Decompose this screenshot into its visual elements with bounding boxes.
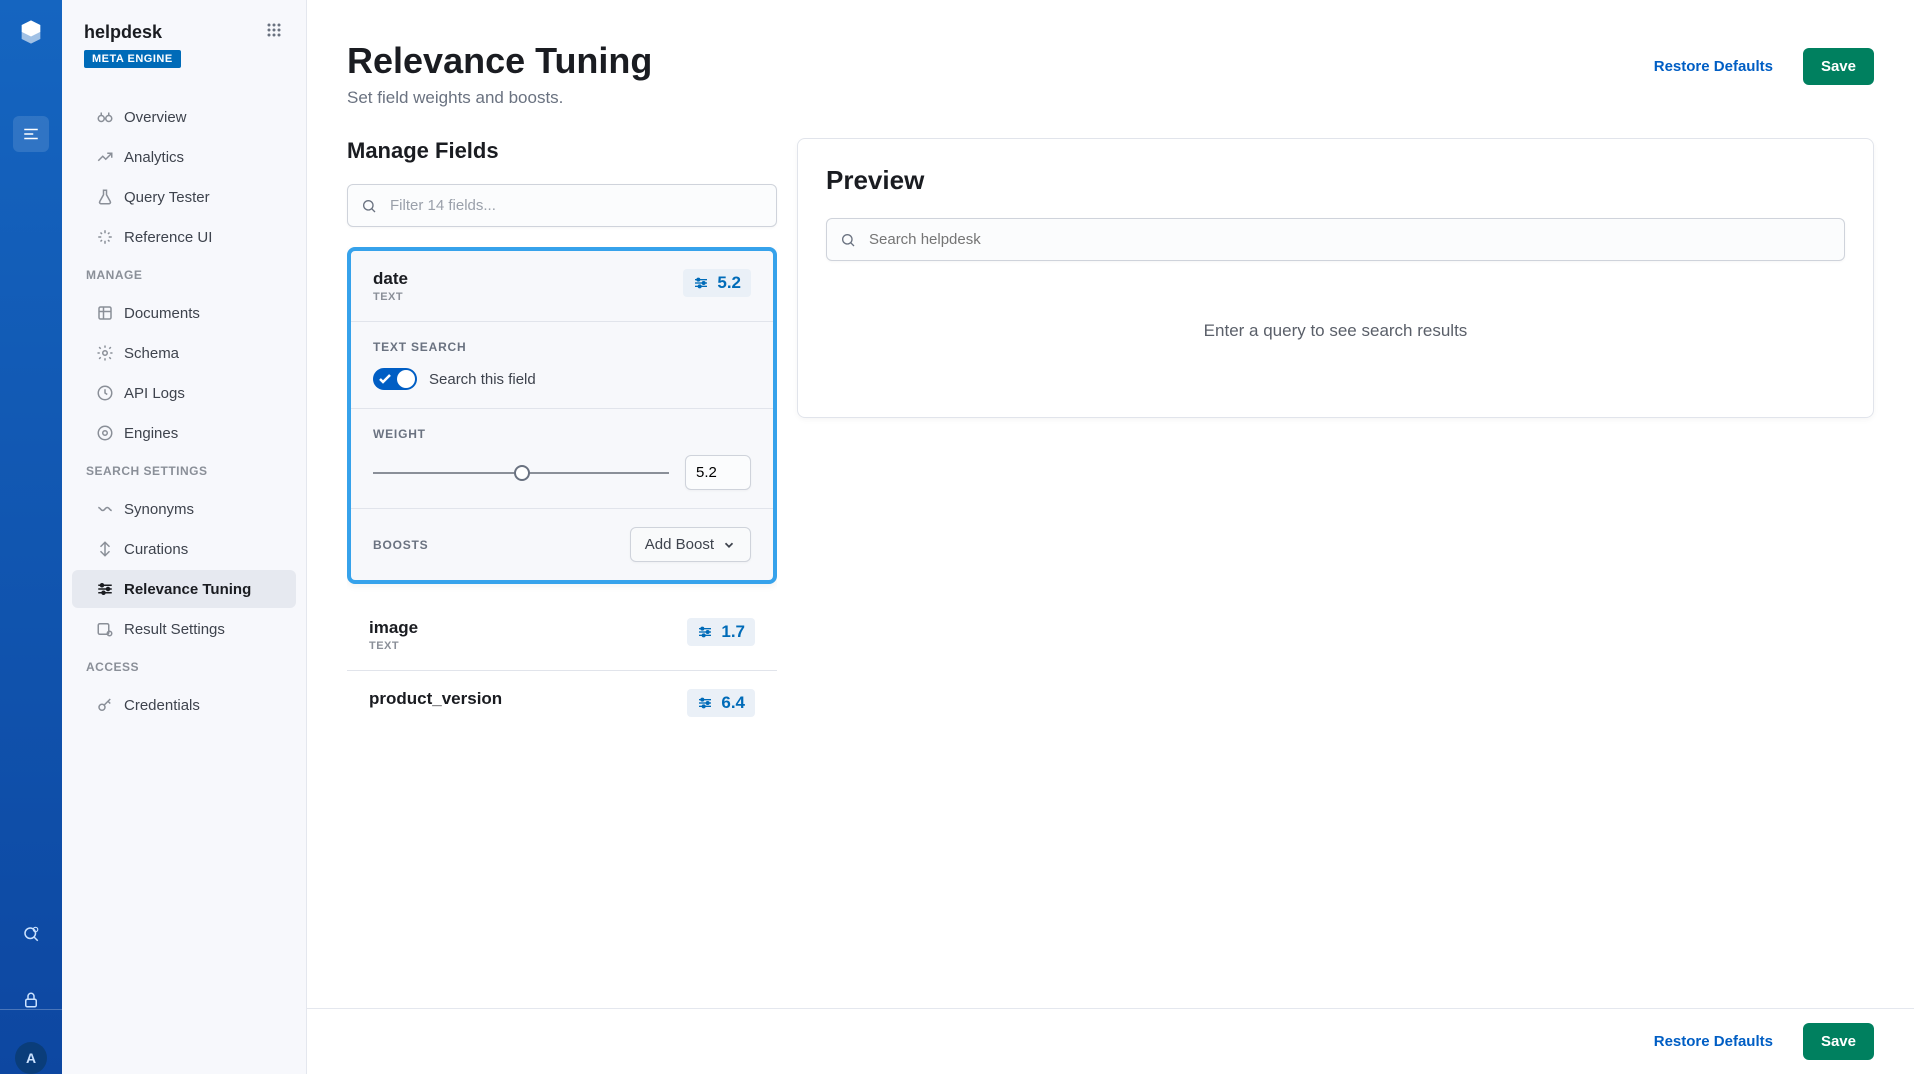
sidebar-item-synonyms[interactable]: Synonyms <box>72 490 296 528</box>
preview-search-input[interactable] <box>826 218 1845 261</box>
sidebar-item-reference-ui[interactable]: Reference UI <box>72 218 296 256</box>
sidebar-item-label: Schema <box>124 345 179 362</box>
field-name: image <box>369 618 418 638</box>
footer: Restore Defaults Save <box>307 1008 1914 1074</box>
apps-icon[interactable] <box>266 22 282 38</box>
sidebar-item-analytics[interactable]: Analytics <box>72 138 296 176</box>
weight-slider[interactable] <box>373 463 669 483</box>
rail-divider <box>0 1009 62 1010</box>
documents-icon <box>96 304 114 322</box>
sidebar-item-label: Engines <box>124 425 178 442</box>
search-field-toggle[interactable] <box>373 368 417 390</box>
sliders-icon <box>96 580 114 598</box>
sidebar-item-schema[interactable]: Schema <box>72 334 296 372</box>
weight-label: WEIGHT <box>373 427 751 441</box>
preview-hint: Enter a query to see search results <box>826 321 1845 341</box>
key-icon <box>96 696 114 714</box>
section-label-search-settings: SEARCH SETTINGS <box>62 454 306 488</box>
add-boost-button[interactable]: Add Boost <box>630 527 751 562</box>
field-row[interactable]: image TEXT 1.7 <box>347 600 777 671</box>
engine-name: helpdesk <box>84 22 181 43</box>
field-name: date <box>373 269 408 289</box>
toggle-label: Search this field <box>429 371 536 388</box>
chevron-down-icon <box>722 538 736 552</box>
engine-badge: META ENGINE <box>84 50 181 68</box>
field-row[interactable]: product_version 6.4 <box>347 671 777 735</box>
sidebar-item-label: Credentials <box>124 697 200 714</box>
sidebar-item-credentials[interactable]: Credentials <box>72 686 296 724</box>
manage-fields-title: Manage Fields <box>347 138 777 164</box>
weight-badge: 5.2 <box>683 269 751 297</box>
weight-badge-value: 6.4 <box>721 693 745 713</box>
sidebar-item-label: Documents <box>124 305 200 322</box>
gear-icon <box>96 344 114 362</box>
engines-icon <box>96 424 114 442</box>
sidebar-item-label: Relevance Tuning <box>124 581 251 598</box>
search-icon <box>840 232 856 248</box>
boosts-label: BOOSTS <box>373 538 428 552</box>
sidebar: helpdesk META ENGINE Overview Analytics … <box>62 0 307 1074</box>
restore-defaults-button-footer[interactable]: Restore Defaults <box>1636 1023 1791 1060</box>
weight-badge: 1.7 <box>687 618 755 646</box>
sidebar-item-api-logs[interactable]: API Logs <box>72 374 296 412</box>
slider-thumb[interactable] <box>514 465 530 481</box>
filter-fields-input[interactable] <box>347 184 777 227</box>
text-search-label: TEXT SEARCH <box>373 340 751 354</box>
page-title: Relevance Tuning <box>347 40 652 82</box>
curations-icon <box>96 540 114 558</box>
weight-input[interactable] <box>685 455 751 490</box>
restore-defaults-button[interactable]: Restore Defaults <box>1636 48 1791 85</box>
left-rail: A <box>0 0 62 1074</box>
rail-lock-icon[interactable] <box>13 982 49 1018</box>
search-icon <box>361 198 377 214</box>
weight-badge-value: 5.2 <box>717 273 741 293</box>
rail-search-icon[interactable] <box>13 916 49 952</box>
field-type: TEXT <box>369 640 418 652</box>
add-boost-label: Add Boost <box>645 536 714 553</box>
rail-toggle-nav[interactable] <box>13 116 49 152</box>
section-label-access: ACCESS <box>62 650 306 684</box>
sidebar-item-label: Result Settings <box>124 621 225 638</box>
field-type: TEXT <box>373 291 408 303</box>
avatar[interactable]: A <box>15 1042 47 1074</box>
sidebar-item-label: Analytics <box>124 149 184 166</box>
flask-icon <box>96 188 114 206</box>
clock-icon <box>96 384 114 402</box>
chart-icon <box>96 148 114 166</box>
sidebar-item-curations[interactable]: Curations <box>72 530 296 568</box>
field-card-header[interactable]: date TEXT 5.2 <box>351 251 773 321</box>
binoculars-icon <box>96 108 114 126</box>
preview-title: Preview <box>826 165 1845 196</box>
save-button[interactable]: Save <box>1803 48 1874 85</box>
sidebar-item-label: Overview <box>124 109 187 126</box>
sidebar-item-overview[interactable]: Overview <box>72 98 296 136</box>
section-label-manage: MANAGE <box>62 258 306 292</box>
result-settings-icon <box>96 620 114 638</box>
sidebar-item-label: Reference UI <box>124 229 212 246</box>
field-card-expanded: date TEXT 5.2 TEXT SEARCH <box>347 247 777 584</box>
sidebar-item-label: API Logs <box>124 385 185 402</box>
sidebar-item-result-settings[interactable]: Result Settings <box>72 610 296 648</box>
check-icon <box>377 371 393 387</box>
page-subtitle: Set field weights and boosts. <box>347 88 652 108</box>
field-name: product_version <box>369 689 502 709</box>
sidebar-item-engines[interactable]: Engines <box>72 414 296 452</box>
main: Relevance Tuning Set field weights and b… <box>307 0 1914 1074</box>
logo-icon <box>17 18 45 46</box>
preview-panel: Preview Enter a query to see search resu… <box>797 138 1874 418</box>
save-button-footer[interactable]: Save <box>1803 1023 1874 1060</box>
sidebar-item-label: Query Tester <box>124 189 210 206</box>
toggle-knob <box>397 370 415 388</box>
sidebar-item-label: Synonyms <box>124 501 194 518</box>
sidebar-item-documents[interactable]: Documents <box>72 294 296 332</box>
sidebar-item-relevance-tuning[interactable]: Relevance Tuning <box>72 570 296 608</box>
sidebar-item-query-tester[interactable]: Query Tester <box>72 178 296 216</box>
weight-badge: 6.4 <box>687 689 755 717</box>
sidebar-item-label: Curations <box>124 541 188 558</box>
waves-icon <box>96 500 114 518</box>
weight-badge-value: 1.7 <box>721 622 745 642</box>
sparkle-icon <box>96 228 114 246</box>
